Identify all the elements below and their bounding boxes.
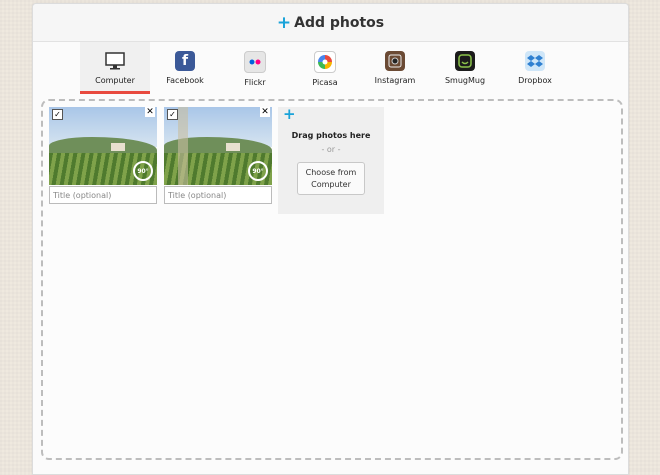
tab-flickr[interactable]: Flickr: [220, 42, 290, 94]
tab-label: SmugMug: [444, 76, 486, 85]
instagram-icon: [385, 51, 405, 71]
plus-icon: +: [276, 12, 292, 33]
plus-icon: +: [283, 105, 296, 123]
dropbox-icon: [525, 51, 545, 71]
flickr-icon: [244, 51, 266, 73]
tab-picasa[interactable]: Picasa: [290, 42, 360, 94]
photo-title-input[interactable]: [164, 186, 272, 204]
photo-thumbnail[interactable]: ✓ ✕ 90°: [49, 107, 157, 185]
add-photos-dialog: + Add photos Computer f Facebook Flickr …: [32, 3, 629, 475]
tab-label: Flickr: [244, 78, 266, 87]
tab-smugmug[interactable]: SmugMug: [430, 42, 500, 94]
rotate-icon[interactable]: 90°: [248, 161, 268, 181]
close-icon[interactable]: ✕: [145, 107, 155, 117]
tab-computer[interactable]: Computer: [80, 42, 150, 94]
close-icon[interactable]: ✕: [260, 107, 270, 117]
tab-instagram[interactable]: Instagram: [360, 42, 430, 94]
source-tabs: Computer f Facebook Flickr Picasa Instag…: [80, 42, 570, 94]
smugmug-icon: [455, 51, 475, 71]
facebook-icon: f: [175, 51, 195, 71]
tab-label: Dropbox: [518, 76, 552, 85]
tab-facebook[interactable]: f Facebook: [150, 42, 220, 94]
choose-from-computer-button[interactable]: Choose from Computer: [297, 162, 365, 195]
tab-label: Picasa: [312, 78, 338, 87]
tab-label: Facebook: [166, 76, 204, 85]
tab-label: Computer: [95, 76, 135, 85]
photo-title-input[interactable]: [49, 186, 157, 204]
select-checkbox[interactable]: ✓: [52, 109, 63, 120]
or-separator: - or -: [321, 145, 341, 154]
rotate-icon[interactable]: 90°: [133, 161, 153, 181]
photo-thumbnail[interactable]: ✓ ✕ 90°: [164, 107, 272, 185]
tab-dropbox[interactable]: Dropbox: [500, 42, 570, 94]
tab-label: Instagram: [374, 76, 416, 85]
upload-tile[interactable]: + Drag photos here - or - Choose from Co…: [278, 105, 384, 214]
photo-drop-area[interactable]: ✓ ✕ 90° ✓ ✕ 90° + Drag photos here - or …: [41, 99, 623, 460]
dialog-header: + Add photos: [33, 4, 628, 42]
dialog-title: Add photos: [294, 14, 385, 31]
picasa-icon: [314, 51, 336, 73]
computer-icon: [105, 51, 125, 71]
select-checkbox[interactable]: ✓: [167, 109, 178, 120]
drag-hint: Drag photos here: [291, 131, 371, 140]
